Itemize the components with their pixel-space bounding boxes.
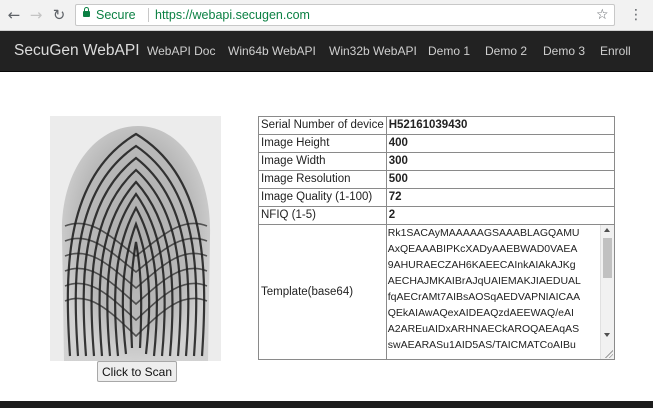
- template-line: AxQEAAABIPKcXADyAAEBWAD0VAEA: [387, 243, 578, 255]
- template-line: A2AREuAIDxARHNAECkAROQAEAqAS: [387, 323, 580, 335]
- url-text[interactable]: https://webapi.secugen.com: [155, 5, 310, 25]
- reload-icon[interactable]: ↻: [50, 6, 68, 24]
- back-arrow-icon[interactable]: ←: [5, 6, 23, 24]
- address-separator: [148, 8, 149, 22]
- table-row: Template(base64) Rk1SACAyMAAAAAGSAAABLAG…: [258, 224, 616, 360]
- click-to-scan-button[interactable]: Click to Scan: [97, 361, 177, 382]
- row-label-image-quality: Image Quality (1-100): [258, 188, 387, 207]
- table-row: Serial Number of device H52161039430: [258, 116, 616, 135]
- table-row: Image Height 400: [258, 134, 616, 153]
- row-value-image-resolution: 500: [385, 170, 616, 189]
- table-row: NFIQ (1-5) 2: [258, 206, 616, 225]
- forward-arrow-icon[interactable]: →: [27, 6, 45, 24]
- table-row: Image Quality (1-100) 72: [258, 188, 616, 207]
- address-bar[interactable]: Secure https://webapi.secugen.com ☆: [75, 4, 615, 26]
- scrollbar-thumb[interactable]: [603, 238, 612, 278]
- nav-link-enroll[interactable]: Enroll: [600, 31, 631, 71]
- resize-grip-icon[interactable]: [605, 350, 613, 358]
- table-row: Image Resolution 500: [258, 170, 616, 189]
- row-value-image-height: 400: [385, 134, 616, 153]
- template-line: swAEARASu1AID5AS/TAICMATCoAIBu: [387, 339, 576, 351]
- device-info-table: Serial Number of device H52161039430 Ima…: [258, 116, 616, 360]
- nav-link-demo-2[interactable]: Demo 2: [485, 31, 527, 71]
- template-line: fqAECrAMt7AIBsAOSqAEDVAPNIAICAA: [387, 291, 581, 303]
- row-value-image-width: 300: [385, 152, 616, 171]
- table-row: Image Width 300: [258, 152, 616, 171]
- secure-label: Secure: [96, 8, 136, 22]
- row-label-template: Template(base64): [258, 224, 387, 360]
- template-line: 9AHURAECZAH6KAEECAInkAIAkAJKg: [387, 259, 576, 271]
- site-navbar: SecuGen WebAPI WebAPI Doc Win64b WebAPI …: [0, 31, 653, 72]
- browser-menu-icon[interactable]: ⋮: [627, 5, 645, 25]
- row-label-image-resolution: Image Resolution: [258, 170, 387, 189]
- template-line: QEkAIAwAQexAIDEAQzdAEEWAQ/eAI: [387, 307, 574, 319]
- nav-link-demo-3[interactable]: Demo 3: [543, 31, 585, 71]
- nav-link-demo-1[interactable]: Demo 1: [428, 31, 470, 71]
- row-label-serial-number: Serial Number of device: [258, 116, 387, 135]
- row-value-nfiq: 2: [385, 206, 616, 225]
- fingerprint-icon: [50, 116, 221, 361]
- nav-link-webapi-doc[interactable]: WebAPI Doc: [147, 31, 215, 71]
- template-scrollbar[interactable]: [600, 225, 614, 359]
- fingerprint-image: [50, 116, 221, 361]
- bookmark-star-icon[interactable]: ☆: [596, 5, 609, 25]
- scroll-up-arrow-icon[interactable]: [604, 228, 610, 232]
- nav-link-win64b-webapi[interactable]: Win64b WebAPI: [228, 31, 316, 71]
- row-label-nfiq: NFIQ (1-5): [258, 206, 387, 225]
- navbar-brand[interactable]: SecuGen WebAPI: [14, 31, 140, 71]
- row-value-image-quality: 72: [385, 188, 616, 207]
- row-value-serial-number: H52161039430: [385, 116, 616, 135]
- nav-link-win32b-webapi[interactable]: Win32b WebAPI: [329, 31, 417, 71]
- template-line: Rk1SACAyMAAAAAGSAAABLAGQAMU: [387, 227, 580, 239]
- lock-icon: [83, 7, 90, 17]
- template-textarea[interactable]: Rk1SACAyMAAAAAGSAAABLAGQAMU AxQEAAABIPKc…: [387, 225, 614, 359]
- scroll-down-arrow-icon[interactable]: [604, 333, 610, 337]
- template-cell: Rk1SACAyMAAAAAGSAAABLAGQAMU AxQEAAABIPKc…: [385, 224, 616, 360]
- template-line: AECHAJMKAIBrAJqUAIEMAKJIAEDUAL: [387, 275, 581, 287]
- bottom-edge: [0, 401, 653, 408]
- row-label-image-width: Image Width: [258, 152, 387, 171]
- browser-toolbar: ← → ↻ Secure https://webapi.secugen.com …: [0, 0, 653, 31]
- row-label-image-height: Image Height: [258, 134, 387, 153]
